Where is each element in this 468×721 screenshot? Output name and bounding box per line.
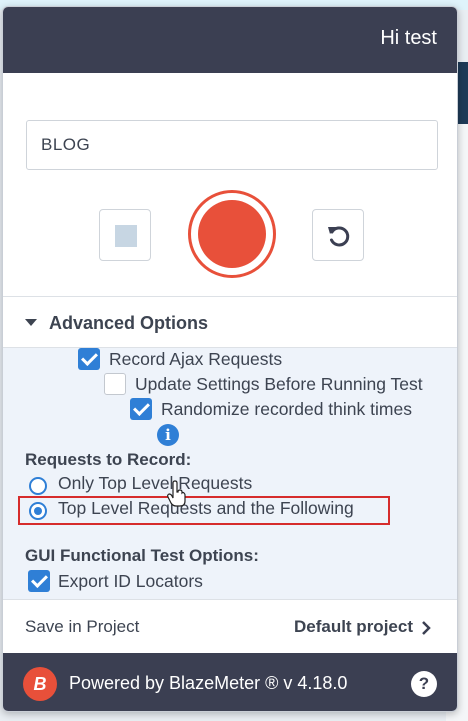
record-ajax-checkbox[interactable] <box>78 348 100 370</box>
stop-icon <box>115 225 137 247</box>
blazemeter-logo: B <box>23 667 57 701</box>
test-name-input[interactable] <box>26 120 438 170</box>
export-id-locators-label: Export ID Locators <box>58 571 203 591</box>
chevron-right-icon <box>422 621 431 635</box>
advanced-options-toggle[interactable]: Advanced Options <box>25 313 208 334</box>
record-icon <box>198 200 266 268</box>
advanced-options-panel: Record Ajax Requests Update Settings Bef… <box>3 347 457 599</box>
powered-by-text: Powered by BlazeMeter ® v 4.18.0 <box>69 673 348 693</box>
record-button[interactable] <box>188 190 276 278</box>
only-top-level-radio[interactable] <box>29 477 47 495</box>
hand-cursor-icon <box>167 480 186 507</box>
save-in-project-label: Save in Project <box>25 617 140 636</box>
export-id-locators-checkbox[interactable] <box>28 570 50 592</box>
record-ajax-label: Record Ajax Requests <box>109 349 283 369</box>
randomize-think-times-label: Randomize recorded think times <box>161 399 412 419</box>
footer-bar: B Powered by BlazeMeter ® v 4.18.0 ? <box>3 653 457 711</box>
refresh-icon <box>328 226 350 247</box>
update-settings-label: Update Settings Before Running Test <box>135 374 423 394</box>
caret-down-icon <box>25 318 37 326</box>
requests-to-record-heading: Requests to Record: <box>25 450 192 469</box>
project-selector[interactable]: Default project <box>294 617 413 637</box>
reset-button[interactable] <box>312 209 364 261</box>
extension-popup: Hi test Advanced Options Record Ajax Req… <box>2 6 458 712</box>
info-icon[interactable]: i <box>157 424 179 446</box>
update-settings-checkbox[interactable] <box>104 373 126 395</box>
gui-options-heading: GUI Functional Test Options: <box>25 546 259 565</box>
randomize-think-times-checkbox[interactable] <box>130 398 152 420</box>
stop-button[interactable] <box>99 209 151 261</box>
project-row[interactable]: Save in Project Default project <box>3 599 457 653</box>
only-top-level-label: Only Top Level Requests <box>58 473 253 493</box>
user-greeting[interactable]: Hi test <box>380 27 437 50</box>
popup-header: Hi test <box>3 7 457 73</box>
advanced-options-label: Advanced Options <box>49 313 209 333</box>
help-button[interactable]: ? <box>411 671 437 697</box>
highlight-annotation-box <box>18 496 390 525</box>
divider <box>3 296 457 297</box>
